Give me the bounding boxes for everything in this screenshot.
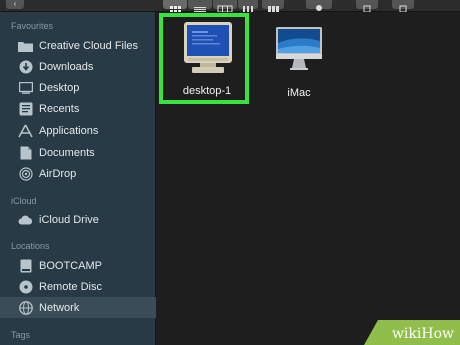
finder-toolbar: ‹ [0,0,460,13]
sidebar-item-label: iCloud Drive [39,213,99,226]
sidebar-item-bootcamp[interactable]: BOOTCAMP [0,255,156,276]
desktop-icon [18,80,33,95]
section-icloud-title: iCloud [11,196,37,206]
cloud-icon [18,212,33,227]
sidebar-item-label: BOOTCAMP [39,259,102,272]
view-grid-button[interactable] [163,0,187,13]
applications-icon [18,123,33,138]
watermark-text: wikiHow [391,326,454,342]
view-column-button[interactable] [213,0,237,13]
back-button[interactable]: ‹ [6,0,24,9]
section-locations-title: Locations [11,241,50,251]
disk-icon [18,258,33,273]
sidebar-item-label: Applications [39,124,99,137]
selection-highlight [159,13,249,104]
group-button[interactable] [262,0,284,12]
sidebar-item-label: Recents [39,102,80,115]
folder-icon [18,38,33,53]
sidebar-item-label: Network [39,301,80,314]
share-button[interactable] [356,0,378,13]
recents-icon [18,101,33,116]
view-gallery-button[interactable] [238,0,258,12]
action-button[interactable] [306,0,332,11]
sidebar-item-documents[interactable]: Documents [0,142,156,163]
sidebar-item-label: Creative Cloud Files [39,39,139,52]
tag-button[interactable] [392,0,414,13]
airdrop-icon [18,166,33,181]
section-favourites-title: Favourites [11,21,54,31]
view-list-button[interactable] [188,0,212,12]
network-icon [18,300,33,315]
sidebar-item-downloads[interactable]: Downloads [0,56,156,77]
sidebar: Favourites Creative Cloud Files Download… [0,12,156,345]
chevron-left-icon: ‹ [13,0,17,8]
imac-icon [276,27,322,70]
sidebar-item-label: Desktop [39,81,80,94]
sidebar-item-airdrop[interactable]: AirDrop [0,163,156,184]
sidebar-item-recents[interactable]: Recents [0,98,156,119]
sidebar-item-label: Documents [39,146,95,159]
sidebar-item-creative-cloud-files[interactable]: Creative Cloud Files [0,35,156,56]
remote-disc-icon [18,279,33,294]
file-item-imac[interactable]: iMac [254,23,344,99]
section-tags-title: Tags [11,330,31,340]
downloads-icon [18,59,33,74]
watermark: wikiHow [364,320,460,345]
sidebar-item-desktop[interactable]: Desktop [0,77,156,98]
sidebar-item-remote-disc[interactable]: Remote Disc [0,276,156,297]
sidebar-item-applications[interactable]: Applications [0,120,156,141]
sidebar-item-label: Remote Disc [39,280,102,293]
file-name: iMac [287,87,311,99]
sidebar-item-label: Downloads [39,60,94,73]
sidebar-item-icloud-drive[interactable]: iCloud Drive [0,209,156,230]
sidebar-item-network[interactable]: Network [0,297,156,318]
documents-icon [18,145,33,160]
sidebar-item-label: AirDrop [39,167,77,180]
